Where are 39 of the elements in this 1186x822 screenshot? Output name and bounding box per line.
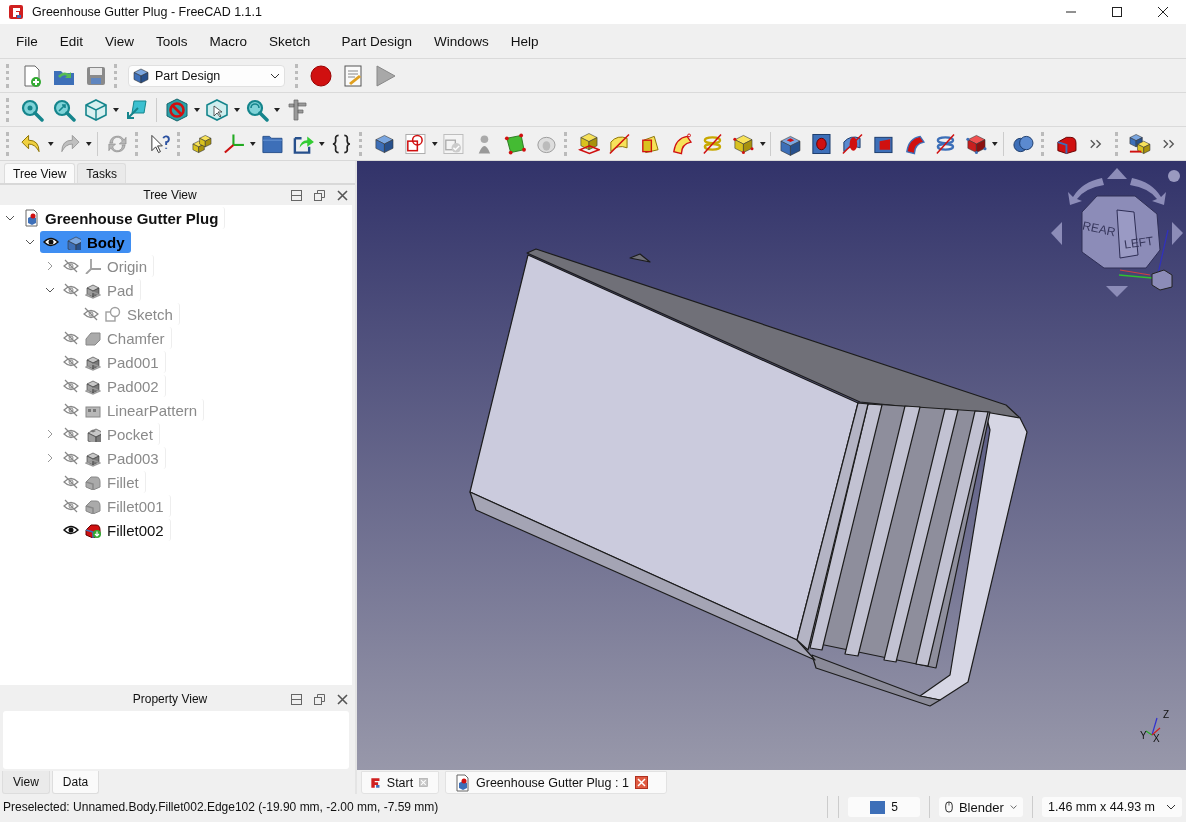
menu-item[interactable]: Windows [422,29,500,53]
cube-face-label: LEFT [1123,233,1155,252]
menu-item[interactable]: Sketch [258,29,331,53]
document-tab[interactable]: Greenhouse Gutter Plug : 1 [445,771,667,794]
cube-face-label: REAR [1081,218,1117,240]
tab[interactable]: Tasks [77,163,127,183]
tree-item[interactable]: Pad [60,279,141,301]
menu-item[interactable]: Tools [145,29,199,53]
tree-item[interactable]: Sketch [80,303,180,325]
menu-item[interactable]: Help [499,29,550,53]
menu-item[interactable]: Part Design [330,29,423,53]
document-tab[interactable]: Start [361,771,439,794]
menu-item[interactable]: Macro [198,29,259,53]
workbench-dropdown[interactable]: Part Design [128,64,285,87]
menu-item[interactable]: Edit [48,29,95,53]
tab[interactable]: View [2,771,50,794]
tree-item[interactable]: Pad003 [60,447,166,469]
tab[interactable]: Data [51,771,100,794]
menu-item[interactable]: View [94,29,146,53]
window-title: Greenhouse Gutter Plug - FreeCAD 1.1.1 [32,5,263,19]
panel-title: Property View [131,692,209,706]
tree-item[interactable]: Pad002 [60,375,166,397]
tree-item[interactable]: Greenhouse Gutter Plug [20,207,226,229]
axis-label: Y [1140,730,1147,741]
draw-style-field[interactable]: 5 [848,797,920,817]
tab[interactable]: Tree View [4,163,76,183]
tree-item[interactable]: Body [40,231,131,253]
tree-item[interactable]: Pad001 [60,351,166,373]
axis-label: Z [1163,709,1170,720]
tree-item[interactable]: Fillet002 [60,519,171,541]
navigation-cube-drawing[interactable]: REAR LEFT [1081,195,1161,269]
dimension-dropdown[interactable]: 1.46 mm x 44.93 m [1042,797,1182,817]
tree-item[interactable]: Chamfer [60,327,172,349]
menu-item[interactable]: File [5,29,49,53]
panel-title: Tree View [142,188,198,202]
tree-item[interactable]: Fillet001 [60,495,171,517]
axis-label: X [1153,733,1160,744]
navigation-style-dropdown[interactable]: Blender [939,797,1023,817]
status-message: Preselected: Unnamed.Body.Fillet002.Edge102 (-19.90 mm, -2.00 mm, -7.59 mm) [3,800,440,814]
